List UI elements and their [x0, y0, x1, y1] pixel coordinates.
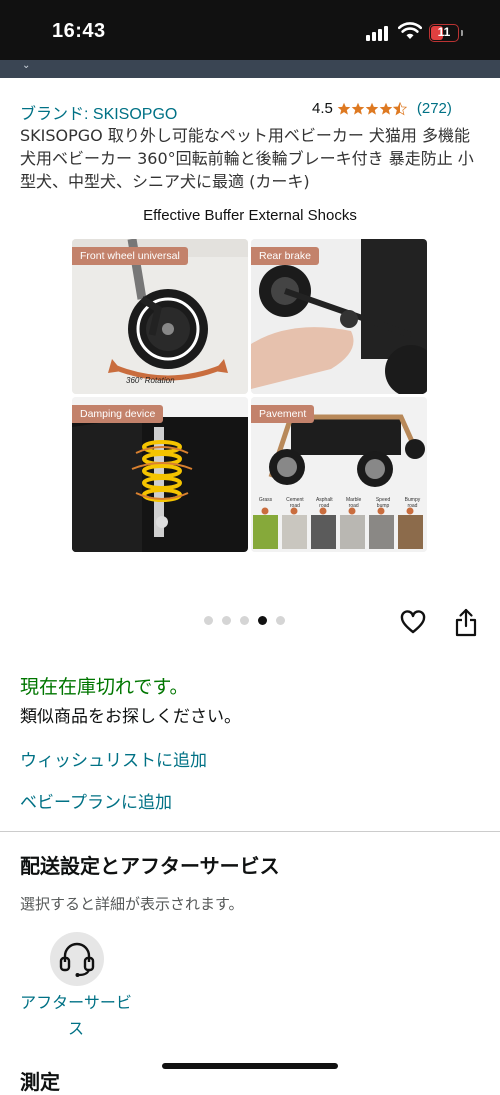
- product-title: SKISOPGO 取り外し可能なペット用ベビーカー 犬猫用 多機能犬用ベビーカー…: [20, 126, 474, 191]
- rating-count: (272): [416, 100, 452, 117]
- tile-caption: 360° Rotation: [126, 376, 175, 385]
- next-section-title: 測定: [20, 1070, 60, 1094]
- surface-labels: Grass Cement road Asphalt road Marble ro…: [253, 497, 425, 509]
- tile-label: Rear brake: [251, 247, 319, 265]
- tile-rear-brake: Rear brake: [251, 239, 427, 394]
- star-icon: [379, 102, 393, 115]
- rating-summary[interactable]: 4.5 (272): [312, 100, 452, 117]
- surface-label: Grass: [258, 497, 273, 503]
- surface-label: Marble road: [346, 497, 362, 509]
- tile-pavement: Pavement Grass Cement road Asphalt road …: [251, 397, 427, 552]
- stock-message: 類似商品をお探しください。: [20, 707, 241, 727]
- cellular-signal-icon: [366, 25, 390, 41]
- carousel-dot[interactable]: [276, 616, 285, 625]
- tile-front-wheel: Front wheel universal 360° Rotation: [72, 239, 248, 394]
- after-service-label[interactable]: アフターサービス: [18, 990, 134, 1042]
- surface-label: Asphalt road: [315, 497, 333, 509]
- carousel-dot[interactable]: [204, 616, 213, 625]
- chevron-down-icon: ⌄: [22, 60, 31, 71]
- share-icon[interactable]: [454, 607, 478, 637]
- battery-level: 11: [437, 25, 451, 39]
- after-service-button[interactable]: [50, 932, 104, 986]
- section-divider: [0, 831, 500, 832]
- header-strip: ⌄: [0, 60, 500, 78]
- carousel-dot[interactable]: [240, 616, 249, 625]
- tile-label: Damping device: [72, 405, 164, 423]
- add-to-wishlist-link[interactable]: ウィッシュリストに追加: [20, 746, 207, 771]
- tile-label: Pavement: [251, 405, 315, 423]
- delivery-section-subtitle: 選択すると詳細が表示されます。: [20, 895, 244, 913]
- surface-label: Speed bump: [375, 497, 391, 509]
- tile-damping-device: Damping device: [72, 397, 248, 552]
- status-time: 16:43: [52, 20, 106, 42]
- carousel-dot-active[interactable]: [258, 616, 267, 625]
- stock-status: 現在在庫切れです。: [20, 676, 189, 698]
- hero-heading: Effective Buffer External Shocks: [143, 207, 357, 224]
- brand-link[interactable]: ブランド: SKISOPGO: [20, 100, 177, 124]
- tile-label: Front wheel universal: [72, 247, 188, 265]
- carousel-dots[interactable]: [204, 616, 285, 625]
- rating-stars: [337, 101, 407, 116]
- star-icon: [351, 102, 365, 115]
- star-half-icon: [392, 101, 407, 115]
- star-icon: [337, 102, 351, 115]
- add-to-baby-plan-link[interactable]: ベビープランに追加: [20, 788, 172, 813]
- battery-icon: 11: [429, 24, 459, 42]
- headset-icon: [59, 942, 95, 977]
- delivery-section-title: 配送設定とアフターサービス: [20, 854, 280, 878]
- rating-value: 4.5: [312, 100, 333, 117]
- status-bar: 16:43 11: [0, 0, 500, 60]
- star-icon: [365, 102, 379, 115]
- wifi-icon: [398, 22, 422, 39]
- surface-label: Cement road: [286, 497, 304, 509]
- carousel-dot[interactable]: [222, 616, 231, 625]
- surface-label: Bumpy road: [404, 497, 421, 509]
- heart-icon[interactable]: [400, 610, 426, 636]
- home-indicator[interactable]: [162, 1063, 338, 1069]
